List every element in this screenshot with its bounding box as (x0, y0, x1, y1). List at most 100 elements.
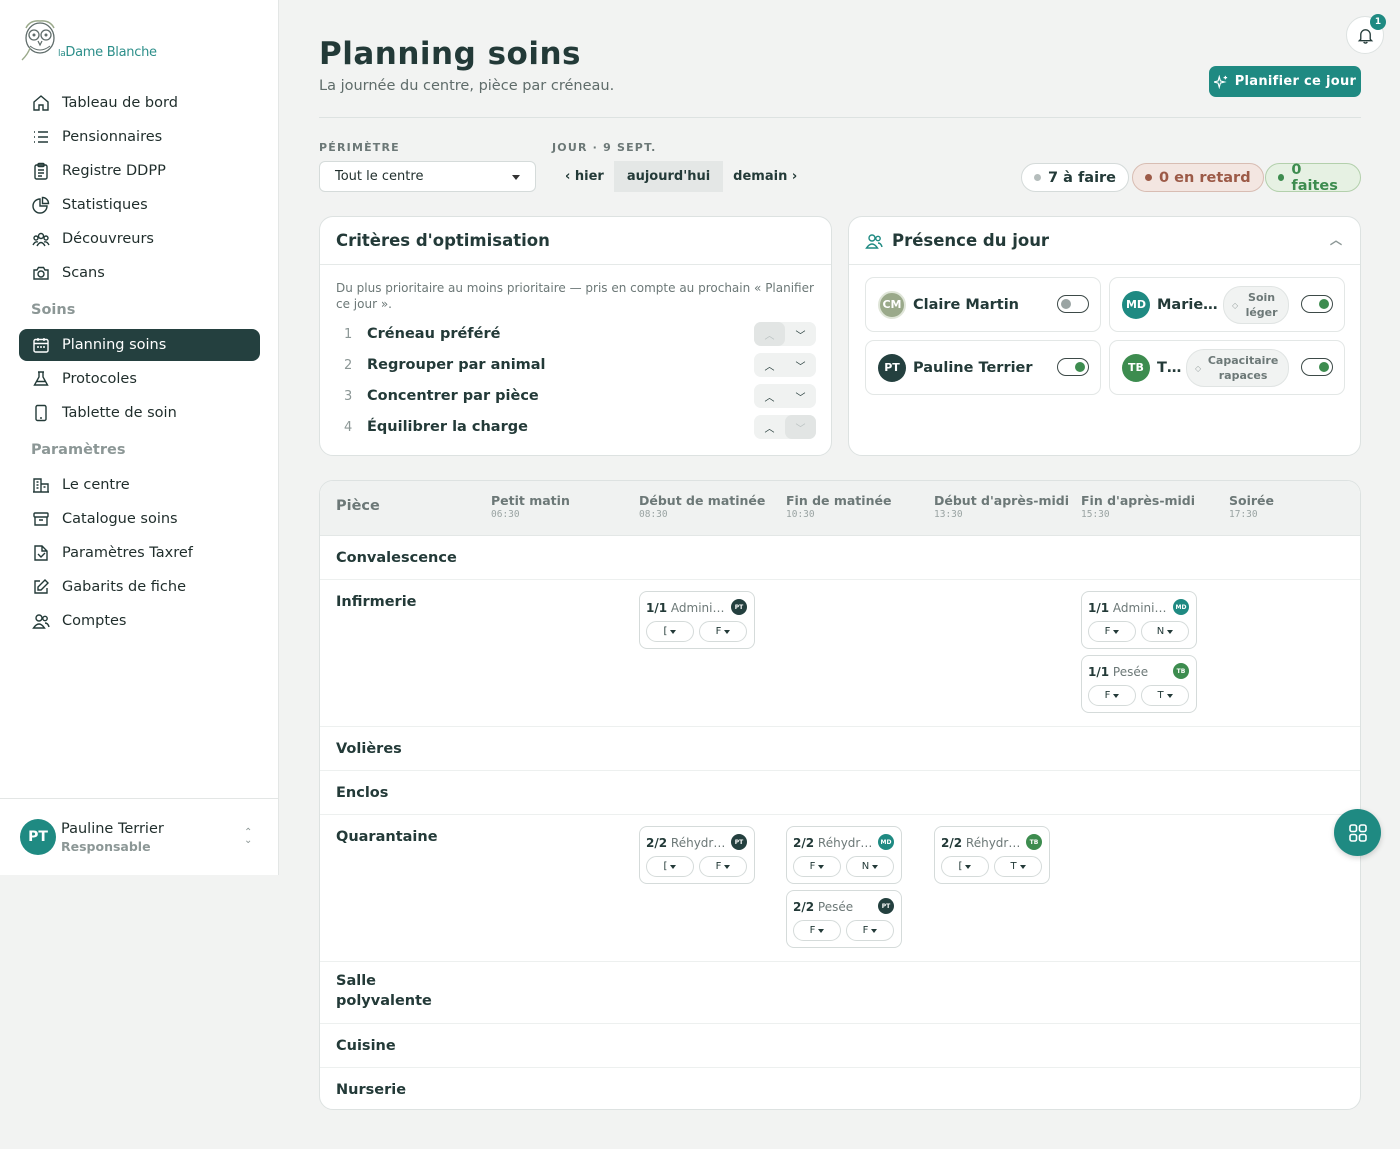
move-up-button[interactable]: ︿ (754, 353, 785, 377)
task-card[interactable]: 1/1 Admini… MD F N (1081, 591, 1197, 649)
nav-item-pensionnaires[interactable]: Pensionnaires (19, 121, 260, 153)
move-up-button[interactable]: ︿ (754, 415, 785, 439)
today-button[interactable]: aujourd'hui (613, 161, 724, 192)
room-name: Quarantaine (336, 829, 438, 845)
nav-item-le-centre[interactable]: Le centre (19, 469, 260, 501)
person-name: Pauline Terrier (913, 359, 1033, 376)
presence-toggle[interactable] (1057, 295, 1089, 313)
current-user-menu[interactable]: PT Pauline Terrier Responsable ⌃ ⌄ (0, 798, 279, 875)
next-day-button[interactable]: demain › (723, 161, 807, 192)
caret-down-icon (872, 864, 879, 869)
bell-icon (1357, 28, 1373, 44)
presence-item: MD Marie… ◇ Soin léger (1109, 277, 1345, 332)
nav-item-statistiques[interactable]: Statistiques (19, 189, 260, 221)
avatar: MD (878, 834, 894, 850)
book-icon (31, 543, 51, 563)
role-tag: ◇ Capacitaire rapaces (1186, 349, 1289, 387)
nav-item-gabarits-de-fiche[interactable]: Gabarits de fiche (19, 571, 260, 603)
nav-item-tableau-de-bord[interactable]: Tableau de bord (19, 87, 260, 119)
move-up-button[interactable]: ︿ (754, 384, 785, 408)
role-tag-label: Soin léger (1245, 291, 1278, 319)
task-dropdown[interactable]: F (793, 920, 841, 941)
presence-toggle[interactable] (1301, 295, 1333, 313)
task-dropdown-value: N (861, 861, 870, 872)
dot-icon (1034, 174, 1041, 181)
move-down-button[interactable]: ﹀ (785, 322, 816, 346)
counter-done[interactable]: 0 faites (1265, 162, 1361, 194)
task-label: 2/2 Réhydr… (793, 836, 877, 850)
move-down-button[interactable]: ﹀ (785, 384, 816, 408)
dot-icon (1145, 174, 1152, 181)
room-row: Convalescence (320, 536, 1360, 580)
plan-day-button[interactable]: Planifier ce jour (1209, 66, 1361, 97)
task-dropdown[interactable]: F (699, 856, 747, 877)
task-dropdown[interactable]: F (1088, 621, 1136, 642)
nav-item-planning-soins[interactable]: Planning soins (19, 329, 260, 361)
nav-item-protocoles[interactable]: Protocoles (19, 363, 260, 395)
task-dropdown[interactable]: N (1141, 621, 1189, 642)
brand-logo[interactable]: laDame Blanche (18, 16, 157, 62)
nav-item-scans[interactable]: Scans (19, 257, 260, 289)
task-card[interactable]: 1/1 Pesée TB F T (1081, 655, 1197, 713)
task-count: 1/1 (1088, 601, 1110, 615)
presence-item: PT Pauline Terrier (865, 340, 1101, 395)
chevron-up-icon[interactable]: ︿ (1330, 231, 1342, 248)
presence-toggle[interactable] (1301, 358, 1333, 376)
brand-name: laDame Blanche (58, 45, 157, 60)
task-label: 1/1 Admini… (646, 601, 730, 615)
nav-item-tablette-de-soin[interactable]: Tablette de soin (19, 397, 260, 429)
task-card[interactable]: 2/2 Réhydr… PT [ F (639, 826, 755, 884)
counter-late[interactable]: 0 en retard (1132, 163, 1264, 192)
nav-item-registre-ddpp[interactable]: Registre DDPP (19, 155, 260, 187)
nav-item-comptes[interactable]: Comptes (19, 605, 260, 637)
prev-day-button[interactable]: ‹ hier (555, 161, 614, 192)
move-down-button[interactable]: ﹀ (785, 353, 816, 377)
criterion-row: 3 Concentrer par pièce ︿ ﹀ (344, 384, 816, 408)
task-card[interactable]: 2/2 Réhydr… TB [ T (934, 826, 1050, 884)
task-dropdown[interactable]: F (846, 920, 894, 941)
criterion-label: Créneau préféré (367, 326, 501, 342)
apps-fab-button[interactable] (1334, 809, 1381, 856)
task-dropdown[interactable]: F (793, 856, 841, 877)
counter-todo[interactable]: 7 à faire (1021, 163, 1130, 192)
task-dropdown[interactable]: F (1088, 685, 1136, 706)
task-card[interactable]: 2/2 Pesée PT F F (786, 890, 902, 948)
perimetre-select[interactable]: Tout le centre (319, 161, 536, 192)
avatar: PT (878, 898, 894, 914)
task-card[interactable]: 1/1 Admini… PT [ F (639, 591, 755, 649)
criterion-row: 4 Équilibrer la charge ︿ ﹀ (344, 415, 816, 439)
task-dropdown[interactable]: N (846, 856, 894, 877)
task-card[interactable]: 2/2 Réhydr… MD F N (786, 826, 902, 884)
task-dropdown[interactable]: T (994, 856, 1042, 877)
room-name: Infirmerie (336, 594, 417, 610)
nav-label: Registre DDPP (62, 163, 166, 179)
move-up-button[interactable]: ︿ (754, 322, 785, 346)
task-dropdown[interactable]: [ (646, 621, 694, 642)
task-dropdown[interactable]: T (1141, 685, 1189, 706)
task-dropdown[interactable]: [ (646, 856, 694, 877)
move-down-button[interactable]: ﹀ (785, 415, 816, 439)
slot-name: Fin de matinée (786, 493, 892, 508)
caret-down-icon (871, 928, 878, 933)
clipboard-icon (31, 161, 51, 181)
nav-item-catalogue-soins[interactable]: Catalogue soins (19, 503, 260, 535)
nav-label: Catalogue soins (62, 511, 178, 527)
presence-toggle[interactable] (1057, 358, 1089, 376)
slot-time: 17:30 (1229, 509, 1258, 520)
task-dropdown-value: [ (958, 861, 963, 872)
edit-icon (31, 577, 51, 597)
slot-time: 06:30 (491, 509, 520, 520)
nav-item-decouvreurs[interactable]: Découvreurs (19, 223, 260, 255)
slot-time: 10:30 (786, 509, 815, 520)
nav-item-parametres-taxref[interactable]: Paramètres Taxref (19, 537, 260, 569)
reorder-controls: ︿ ﹀ (754, 322, 816, 346)
task-dropdown-value: [ (663, 861, 668, 872)
task-dropdown[interactable]: F (699, 621, 747, 642)
dot-icon (1278, 174, 1285, 181)
nav-label: Pensionnaires (62, 129, 163, 145)
task-dropdown[interactable]: [ (941, 856, 989, 877)
presence-header[interactable]: Présence du jour ︿ (849, 217, 1360, 265)
caret-down-icon (818, 928, 825, 933)
pie-chart-icon (31, 195, 51, 215)
criterion-row: 1 Créneau préféré ︿ ﹀ (344, 322, 816, 346)
